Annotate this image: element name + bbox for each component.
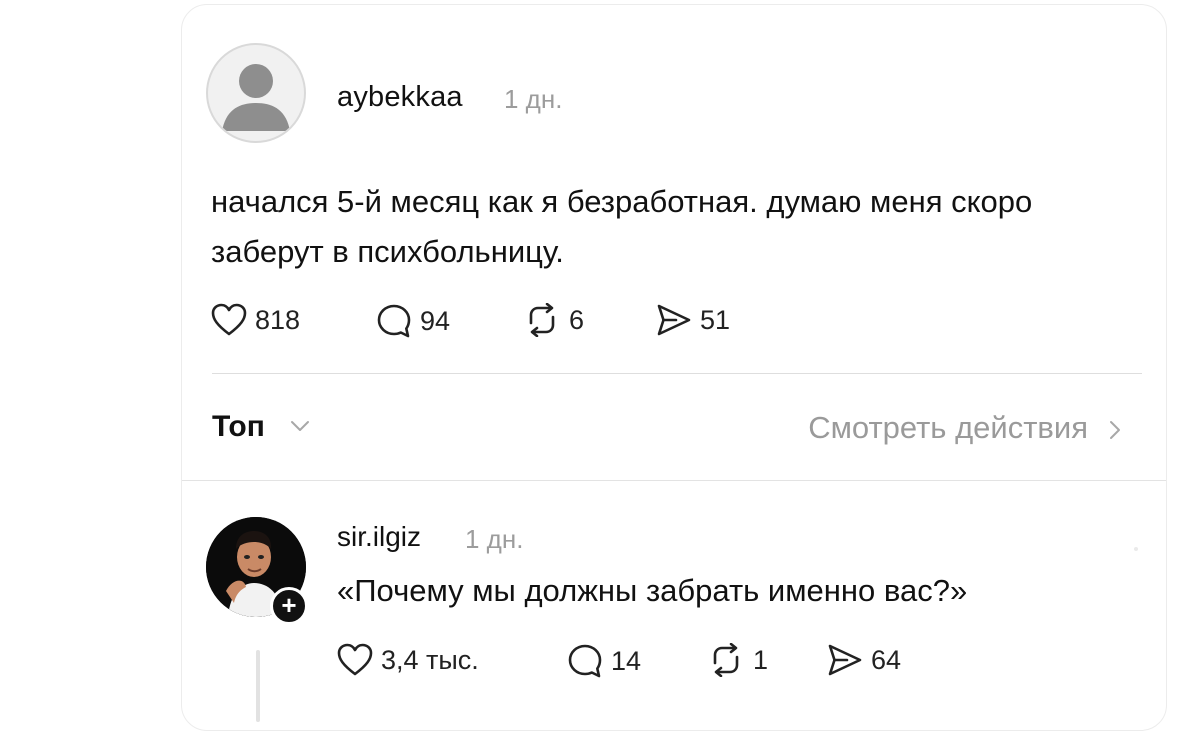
chevron-down-icon[interactable] xyxy=(290,419,310,433)
repost-button[interactable]: 6 xyxy=(523,303,584,337)
reply-share-button[interactable]: 64 xyxy=(827,643,901,677)
view-activity-link[interactable]: Смотреть действия xyxy=(808,410,1088,446)
thread-line xyxy=(256,650,260,722)
reply-like-count: 3,4 тыс. xyxy=(381,644,479,675)
follow-button[interactable]: + xyxy=(270,587,308,625)
reply-actions: 3,4 тыс. 14 1 64 xyxy=(337,643,957,683)
share-count: 51 xyxy=(700,304,731,335)
reply-repost-count: 1 xyxy=(753,644,769,675)
send-icon xyxy=(828,644,862,676)
reply-repost-button[interactable]: 1 xyxy=(707,643,768,677)
post-timestamp: 1 дн. xyxy=(504,84,563,114)
repost-icon xyxy=(529,303,555,337)
like-count: 818 xyxy=(255,304,301,335)
default-avatar-icon[interactable] xyxy=(206,43,306,143)
post-username[interactable]: aybekkaa xyxy=(337,81,463,114)
repost-count: 6 xyxy=(569,304,585,335)
reply-comment-count: 14 xyxy=(611,645,642,676)
post-actions: 818 94 6 51 xyxy=(211,303,771,343)
like-button[interactable]: 818 xyxy=(211,303,300,337)
more-options-icon[interactable] xyxy=(1132,545,1140,553)
post-text: начался 5-й месяц как я безработная. дум… xyxy=(211,184,1033,269)
comment-bubble-icon xyxy=(568,644,602,678)
repost-icon xyxy=(713,643,739,677)
chevron-right-icon[interactable] xyxy=(1108,419,1122,441)
reply-share-count: 64 xyxy=(871,644,902,675)
comment-count: 94 xyxy=(420,305,451,336)
share-button[interactable]: 51 xyxy=(656,303,730,337)
reply-comment-button[interactable]: 14 xyxy=(567,643,641,679)
heart-icon xyxy=(211,303,247,336)
divider xyxy=(212,373,1142,374)
send-icon xyxy=(657,304,691,336)
reply-username[interactable]: sir.ilgiz xyxy=(337,521,421,553)
comment-bubble-icon xyxy=(377,304,411,338)
sort-dropdown[interactable]: Топ xyxy=(212,410,265,444)
heart-icon xyxy=(337,643,373,676)
thread-card: aybekkaa 1 дн. начался 5-й месяц как я б… xyxy=(181,4,1167,731)
reply-text: «Почему мы должны забрать именно вас?» xyxy=(337,573,968,608)
reply-timestamp: 1 дн. xyxy=(465,524,524,554)
section-divider xyxy=(182,480,1166,481)
reply-like-button[interactable]: 3,4 тыс. xyxy=(337,643,479,677)
comment-button[interactable]: 94 xyxy=(376,303,450,339)
